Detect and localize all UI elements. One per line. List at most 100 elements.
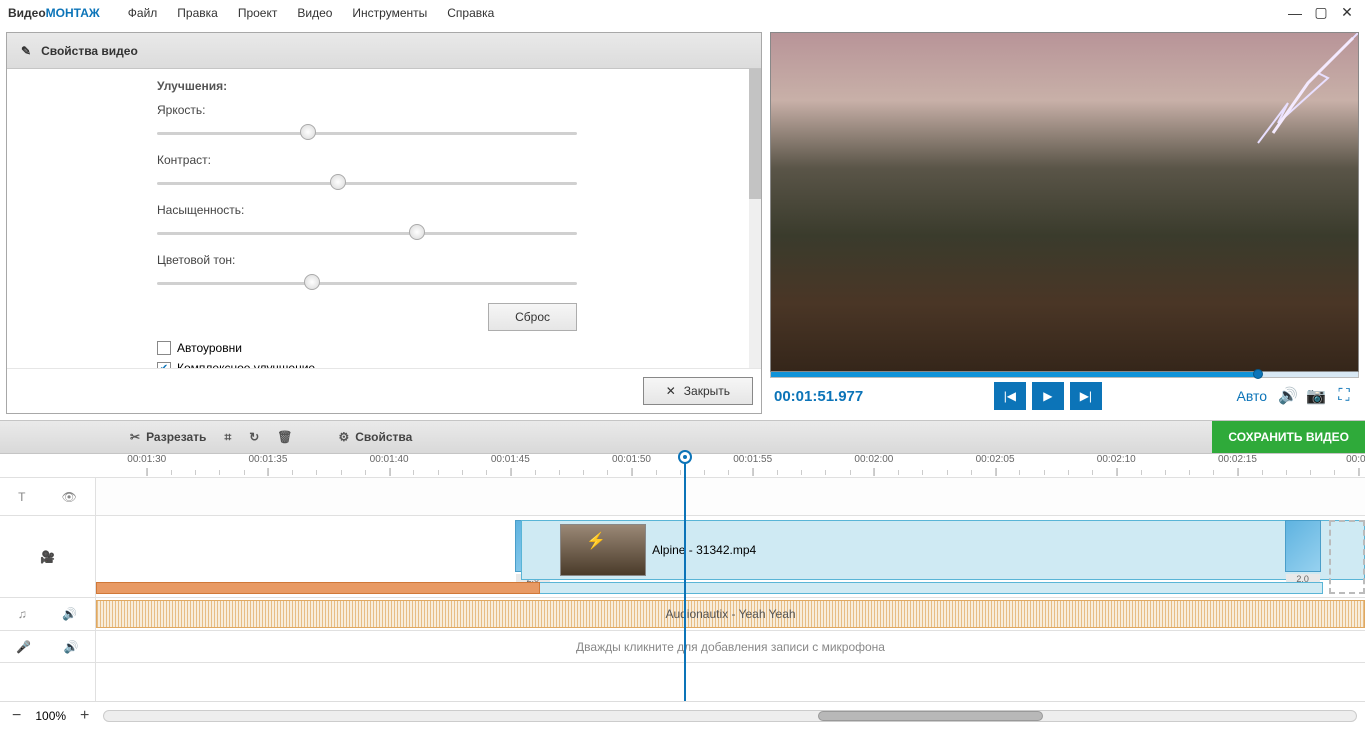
hue-slider[interactable] (157, 273, 577, 293)
ruler-tick: 00:02 (1346, 454, 1365, 465)
eye-icon[interactable]: 👁 (62, 490, 77, 504)
contrast-row: Контраст: (157, 153, 741, 193)
tracks: T👁 🎥 ♫🔊 🎤🔊 2.0 ⚡ Alpine - 31342.mp4 2.0 (0, 478, 1365, 701)
playhead-knob[interactable] (678, 450, 692, 464)
zoom-percent: 100% (35, 709, 66, 723)
text-lane[interactable] (96, 478, 1365, 516)
speaker-icon-audio[interactable]: 🔊 (62, 607, 77, 621)
reset-button[interactable]: Сброс (488, 303, 577, 331)
horizontal-scrollbar[interactable] (103, 710, 1357, 722)
menu-file[interactable]: Файл (118, 6, 168, 20)
preview-seekbar[interactable] (770, 372, 1359, 378)
close-window-button[interactable]: ✕ (1337, 3, 1357, 23)
saturation-slider[interactable] (157, 223, 577, 243)
snapshot-icon[interactable]: 📷 (1305, 386, 1327, 406)
menu-help[interactable]: Справка (437, 6, 504, 20)
transition-right[interactable]: 2.0 (1285, 520, 1321, 572)
ruler-tick: 00:01:35 (248, 454, 287, 465)
menu-edit[interactable]: Правка (167, 6, 228, 20)
delete-button[interactable]: 🗑 (277, 430, 292, 444)
props-scrollbar-thumb[interactable] (749, 69, 761, 199)
gear-icon: ⚙ (339, 430, 350, 444)
trash-icon: 🗑 (277, 430, 292, 444)
ruler-tick: 00:02:10 (1097, 454, 1136, 465)
hue-label: Цветовой тон: (157, 253, 741, 267)
complex-label: Комплексное улучшение (177, 361, 315, 368)
mic-track-head[interactable]: 🎤🔊 (0, 631, 95, 663)
reset-row: Сброс (157, 303, 577, 331)
pencil-icon: ✎ (21, 44, 31, 58)
props-label: Свойства (355, 430, 412, 444)
music-icon: ♫ (18, 607, 27, 621)
timeline: 00:01:3000:01:3500:01:4000:01:4500:01:50… (0, 454, 1365, 701)
complex-row[interactable]: Комплексное улучшение (157, 361, 741, 368)
brightness-slider[interactable] (157, 123, 577, 143)
rotate-button[interactable]: ↻ (249, 430, 259, 444)
audio-lane[interactable]: Audionautix - Yeah Yeah (96, 598, 1365, 631)
speaker-icon[interactable]: 🔊 (1277, 386, 1299, 406)
properties-body: Улучшения: Яркость: Контраст: Насыщеннос… (7, 69, 761, 368)
upper-area: ✎ Свойства видео Улучшения: Яркость: Кон… (0, 26, 1365, 420)
fullscreen-icon[interactable]: ⛶ (1333, 387, 1355, 405)
maximize-button[interactable]: ▢ (1311, 3, 1331, 23)
preview-controls: 00:01:51.977 |◀ ▶ ▶| Авто 🔊 📷 ⛶ (770, 378, 1359, 414)
video-track-head[interactable]: 🎥 (0, 516, 95, 598)
brightness-row: Яркость: (157, 103, 741, 143)
cut-button[interactable]: ✂Разрезать (130, 430, 206, 444)
menu-video[interactable]: Видео (287, 6, 342, 20)
preview-video[interactable] (770, 32, 1359, 372)
next-button[interactable]: ▶| (1070, 382, 1102, 410)
prev-button[interactable]: |◀ (994, 382, 1026, 410)
crop-button[interactable]: ⌗ (224, 430, 231, 445)
speed-bar-left[interactable] (96, 582, 540, 594)
video-lane[interactable]: 2.0 ⚡ Alpine - 31342.mp4 2.0 (96, 516, 1365, 598)
zoombar: − 100% + (0, 701, 1365, 729)
play-button[interactable]: ▶ (1032, 382, 1064, 410)
horizontal-scroll-thumb[interactable] (818, 711, 1043, 721)
speed-bar[interactable] (530, 582, 1323, 594)
minimize-button[interactable]: — (1285, 3, 1305, 23)
playhead[interactable] (684, 454, 686, 701)
close-props-button[interactable]: ✕ Закрыть (643, 377, 753, 405)
track-body: 2.0 ⚡ Alpine - 31342.mp4 2.0 Audionautix… (96, 478, 1365, 701)
window-buttons: — ▢ ✕ (1285, 3, 1357, 23)
mic-lane[interactable]: Дважды кликните для добавления записи с … (96, 631, 1365, 663)
cut-label: Разрезать (146, 430, 206, 444)
autolevels-checkbox[interactable] (157, 341, 171, 355)
audio-clip[interactable]: Audionautix - Yeah Yeah (96, 600, 1365, 628)
video-clip[interactable]: ⚡ Alpine - 31342.mp4 (521, 520, 1365, 580)
ruler-tick: 00:02:00 (854, 454, 893, 465)
seek-thumb[interactable] (1253, 369, 1263, 379)
add-clip-placeholder[interactable] (1329, 520, 1365, 594)
app-brand: ВидеоМОНТАЖ (8, 6, 100, 20)
brand-part2: МОНТАЖ (46, 6, 100, 20)
mic-icon: 🎤 (16, 640, 31, 654)
complex-checkbox[interactable] (157, 362, 171, 369)
mic-hint: Дважды кликните для добавления записи с … (576, 640, 885, 654)
timeline-toolbar: ✂Разрезать ⌗ ↻ 🗑 ⚙ Свойства СОХРАНИТЬ ВИД… (0, 420, 1365, 454)
speaker-icon-mic[interactable]: 🔊 (64, 640, 79, 654)
properties-button[interactable]: ⚙ Свойства (339, 430, 413, 444)
zoom-in-button[interactable]: + (76, 707, 93, 725)
properties-panel: ✎ Свойства видео Улучшения: Яркость: Кон… (6, 32, 762, 414)
section-enhancements: Улучшения: (157, 79, 741, 93)
save-video-button[interactable]: СОХРАНИТЬ ВИДЕО (1212, 421, 1365, 453)
ruler[interactable]: 00:01:3000:01:3500:01:4000:01:4500:01:50… (96, 454, 1365, 477)
text-icon: T (18, 490, 25, 504)
menu-tools[interactable]: Инструменты (342, 6, 437, 20)
autolevels-label: Автоуровни (177, 341, 242, 355)
ruler-tick: 00:01:55 (733, 454, 772, 465)
menu-project[interactable]: Проект (228, 6, 288, 20)
contrast-slider[interactable] (157, 173, 577, 193)
audio-track-head[interactable]: ♫🔊 (0, 598, 95, 631)
menubar: ВидеоМОНТАЖ Файл Правка Проект Видео Инс… (0, 0, 1365, 26)
properties-footer: ✕ Закрыть (7, 368, 761, 413)
brand-part1: Видео (8, 6, 46, 20)
text-track-head[interactable]: T👁 (0, 478, 95, 516)
auto-label[interactable]: Авто (1237, 388, 1268, 404)
lightning-icon (1178, 33, 1358, 153)
effect-icon: ⚡ (586, 531, 606, 551)
video-icon: 🎥 (40, 550, 55, 564)
autolevels-row[interactable]: Автоуровни (157, 341, 741, 355)
zoom-out-button[interactable]: − (8, 707, 25, 725)
